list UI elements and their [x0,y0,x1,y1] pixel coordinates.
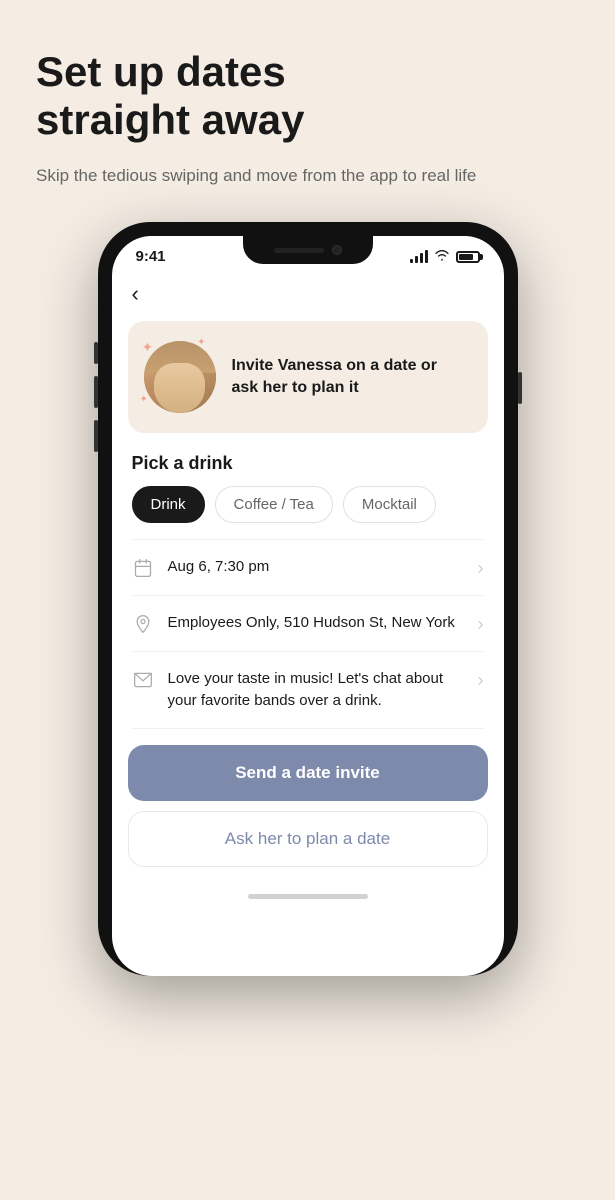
profile-invite-text: Invite Vanessa on a date or ask her to p… [232,355,468,400]
notch-speaker [274,248,324,253]
list-item-location[interactable]: Employees Only, 510 Hudson St, New York … [112,596,504,651]
battery-icon [456,251,480,263]
list-item-date[interactable]: Aug 6, 7:30 pm › [112,540,504,595]
location-text: Employees Only, 510 Hudson St, New York [168,612,464,634]
location-icon [132,613,154,635]
battery-fill [459,254,473,260]
mute-button [94,342,98,364]
profile-avatar [144,341,216,413]
header-title: Set up dates straight away [36,48,579,145]
drink-option-mocktail[interactable]: Mocktail [343,486,436,523]
phone-content: ‹ ✦ ✦ ✦ [112,271,504,887]
send-date-invite-button[interactable]: Send a date invite [128,745,488,801]
signal-bars-icon [410,251,428,263]
header-subtitle: Skip the tedious swiping and move from t… [36,163,579,189]
chevron-icon-date: › [478,558,484,579]
status-icons [410,249,480,264]
bottom-section: Send a date invite Ask her to plan a dat… [112,729,504,887]
chevron-icon-location: › [478,614,484,635]
list-item-message[interactable]: Love your taste in music! Let's chat abo… [112,652,504,728]
message-icon [132,669,154,691]
drink-option-drink[interactable]: Drink [132,486,205,523]
status-time: 9:41 [136,248,166,265]
power-button [518,372,522,404]
avatar-container: ✦ ✦ ✦ [144,341,216,413]
phone-notch [243,236,373,264]
home-indicator [248,894,368,899]
back-button[interactable]: ‹ [112,271,159,313]
phone-bottom [112,887,504,915]
drink-option-coffee-tea[interactable]: Coffee / Tea [215,486,333,523]
chevron-icon-message: › [478,670,484,691]
calendar-icon [132,557,154,579]
avatar-face-skin [154,363,204,413]
signal-bar-3 [420,253,423,263]
header-section: Set up dates straight away Skip the tedi… [0,0,615,212]
page-wrapper: Set up dates straight away Skip the tedi… [0,0,615,1200]
phone-side-buttons-right [518,372,522,404]
drink-options: Drink Coffee / Tea Mocktail [112,486,504,539]
phone-side-buttons-left [94,342,98,452]
avatar-face [144,341,216,413]
signal-bar-1 [410,259,413,263]
signal-bar-4 [425,250,428,263]
profile-card: ✦ ✦ ✦ Invite Vanessa on a date [128,321,488,433]
volume-down-button [94,420,98,452]
profile-text: Invite Vanessa on a date or ask her to p… [232,355,468,400]
ask-her-to-plan-button[interactable]: Ask her to plan a date [128,811,488,867]
message-text: Love your taste in music! Let's chat abo… [168,668,464,712]
notch-camera [332,245,342,255]
phone-frame: 9:41 [98,222,518,976]
phone-screen: 9:41 [112,236,504,976]
phone-wrapper: 9:41 [0,212,615,976]
wifi-icon [434,249,450,264]
volume-up-button [94,376,98,408]
signal-bar-2 [415,256,418,263]
date-text: Aug 6, 7:30 pm [168,556,464,578]
drink-section-title: Pick a drink [112,449,504,486]
